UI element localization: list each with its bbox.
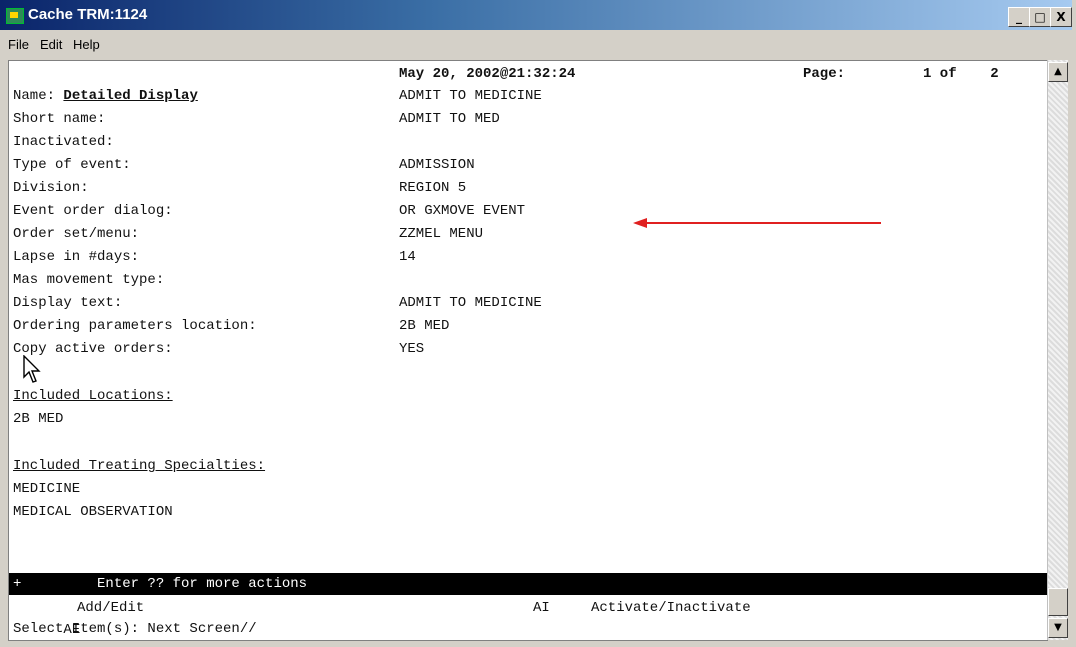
window-title: Cache TRM:1124 (28, 6, 148, 23)
field-row: Division: REGION 5 (13, 177, 466, 199)
field-row: Type of event: ADMISSION (13, 154, 475, 176)
section-heading-locations: Included Locations: (13, 388, 173, 404)
minimize-button[interactable]: _ (1008, 7, 1030, 27)
field-value: YES (399, 341, 425, 357)
title-bar[interactable]: Cache TRM:1124 _ □ X (0, 0, 1072, 30)
vertical-scrollbar[interactable]: ▲ ▼ (1047, 60, 1068, 640)
field-value: 14 (399, 249, 416, 265)
field-label: Name: (13, 88, 56, 104)
field-value: OR GXMOVE EVENT (399, 203, 526, 219)
field-value: REGION 5 (399, 180, 467, 196)
action-code[interactable]: AI (533, 597, 550, 619)
field-label: Short name: (13, 111, 106, 127)
list-item: MEDICAL OBSERVATION (13, 504, 173, 520)
command-prompt[interactable]: Select Item(s): Next Screen// (13, 618, 257, 640)
field-row: Display text: ADMIT TO MEDICINE (13, 292, 542, 314)
mouse-pointer-icon (23, 355, 41, 383)
field-value: ZZMEL MENU (399, 226, 484, 242)
field-row: Order set/menu: ZZMEL MENU (13, 223, 483, 245)
menu-help[interactable]: Help (73, 37, 100, 52)
field-label: Ordering parameters location: (13, 318, 257, 334)
field-row: Lapse in #days: 14 (13, 246, 416, 268)
field-label: Display text: (13, 295, 123, 311)
action-bar: + Enter ?? for more actions (9, 573, 1047, 595)
field-row: Short name: ADMIT TO MED (13, 108, 500, 130)
field-label: Mas movement type: (13, 272, 165, 288)
field-label: Lapse in #days: (13, 249, 140, 265)
scroll-thumb[interactable] (1048, 588, 1068, 616)
field-label: Inactivated: (13, 134, 114, 150)
header-timestamp: May 20, 2002@21:32:24 (399, 66, 576, 82)
field-value: ADMIT TO MEDICINE (399, 295, 542, 311)
list-item: 2B MED (13, 411, 64, 427)
action-label[interactable]: Add/Edit (77, 597, 144, 619)
field-label: Event order dialog: (13, 203, 173, 219)
field-row: Ordering parameters location: 2B MED (13, 315, 449, 337)
menu-edit[interactable]: Edit (40, 37, 62, 52)
field-value: ADMISSION (399, 157, 475, 173)
screen-title: Detailed Display (63, 88, 198, 104)
action-row: AE Add/Edit AI Activate/Inactivate (13, 597, 750, 638)
maximize-button[interactable]: □ (1029, 7, 1051, 27)
field-row: Event order dialog: OR GXMOVE EVENT (13, 200, 525, 222)
app-icon (6, 8, 24, 24)
page-indicator: 1 of 2 (923, 66, 999, 82)
list-item: MEDICINE (13, 481, 81, 497)
field-row: Inactivated: (13, 131, 114, 153)
action-bar-text: + Enter ?? for more actions (13, 576, 308, 592)
menu-file[interactable]: File (8, 37, 29, 52)
header-row: Detailed Display May 20, 2002@21:32:24 P… (13, 63, 998, 104)
field-row: Mas movement type: (13, 269, 164, 291)
page-label: Page: (803, 66, 846, 82)
field-value: ADMIT TO MEDICINE (399, 88, 542, 104)
section-heading-specialties: Included Treating Specialties: (13, 458, 266, 474)
close-button[interactable]: X (1050, 7, 1072, 27)
annotation-arrow-icon (633, 218, 881, 228)
menu-bar: File Edit Help (0, 31, 1076, 59)
field-value: 2B MED (399, 318, 450, 334)
field-label: Order set/menu: (13, 226, 140, 242)
action-label[interactable]: Activate/Inactivate (591, 597, 751, 619)
field-row: Name: ADMIT TO MEDICINE (13, 85, 542, 107)
scroll-up-icon[interactable]: ▲ (1048, 62, 1068, 82)
scroll-down-icon[interactable]: ▼ (1048, 618, 1068, 638)
field-label: Type of event: (13, 157, 131, 173)
terminal-window: Cache TRM:1124 _ □ X File Edit Help Deta… (0, 0, 1076, 647)
terminal-screen[interactable]: Detailed Display May 20, 2002@21:32:24 P… (8, 60, 1048, 641)
field-label: Division: (13, 180, 89, 196)
field-value: ADMIT TO MED (399, 111, 500, 127)
